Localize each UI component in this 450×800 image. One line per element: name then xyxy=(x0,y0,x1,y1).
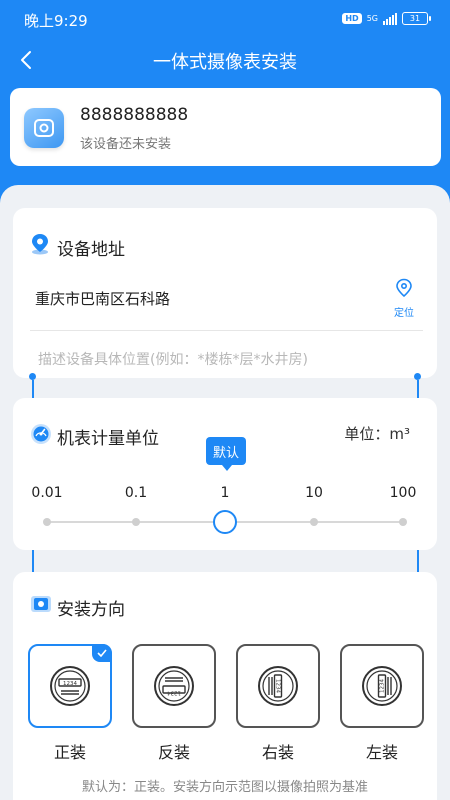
device-card: 8888888888 该设备还未安装 xyxy=(10,88,441,166)
meter-inverted-icon: 1234 xyxy=(154,666,194,706)
battery-level: 31 xyxy=(409,14,421,23)
direction-hint: 默认为：正装。安装方向示范图以摄像拍照为基准 xyxy=(81,780,368,795)
svg-text:1234: 1234 xyxy=(380,679,386,693)
divider xyxy=(30,330,423,331)
unit-tick-dot[interactable] xyxy=(310,518,318,526)
locate-button[interactable]: 定位 xyxy=(388,278,420,319)
locate-label: 定位 xyxy=(394,308,414,319)
unit-tick-label[interactable]: 0.1 xyxy=(125,485,147,501)
unit-tick-label[interactable]: 100 xyxy=(390,485,417,501)
meter-right-icon: 1234 xyxy=(258,666,298,706)
unit-slider-thumb[interactable] xyxy=(213,510,237,534)
page-title: 一体式摄像表安装 xyxy=(153,52,297,73)
status-time: 晚上9:29 xyxy=(24,12,88,30)
direction-option-left[interactable]: 1234 xyxy=(340,644,424,728)
hd-icon: HD xyxy=(342,13,362,24)
direction-option-upright[interactable]: 1234 xyxy=(28,644,112,728)
network-type: 5G xyxy=(366,13,378,23)
default-tooltip: 默认 xyxy=(206,437,246,471)
gauge-icon xyxy=(31,424,51,444)
svg-text:1234: 1234 xyxy=(167,690,181,696)
battery-icon: 31 xyxy=(402,12,431,25)
svg-text:1234: 1234 xyxy=(63,681,77,687)
nav-bar: 一体式摄像表安装 xyxy=(0,38,450,84)
status-icons: HD 5G 31 xyxy=(342,12,431,25)
unit-tick-dot[interactable] xyxy=(43,518,51,526)
unit-tick-label[interactable]: 10 xyxy=(305,485,323,501)
direction-label-left: 左装 xyxy=(365,743,399,762)
meter-upright-icon: 1234 xyxy=(50,666,90,706)
unit-tick-dot[interactable] xyxy=(132,518,140,526)
svg-text:1234: 1234 xyxy=(275,679,281,693)
unit-section-title: 机表计量单位 xyxy=(57,429,159,449)
map-pin-icon xyxy=(396,278,412,298)
meter-left-icon: 1234 xyxy=(362,666,402,706)
status-bar: 晚上9:29 HD 5G 31 xyxy=(0,0,450,38)
camera-meter-icon xyxy=(24,108,64,148)
signal-icon xyxy=(383,12,397,25)
direction-label-upright: 正装 xyxy=(53,743,87,762)
unit-tick-label[interactable]: 0.01 xyxy=(31,485,62,501)
camera-scan-icon xyxy=(31,596,51,612)
unit-label: 单位：m³ xyxy=(344,425,410,443)
location-detail-input[interactable]: 描述设备具体位置(例如：*楼栋*层*水井房) xyxy=(38,349,308,369)
location-pin-icon xyxy=(32,234,48,255)
device-status: 该设备还未安装 xyxy=(80,137,172,152)
address-section-title: 设备地址 xyxy=(57,240,125,260)
unit-tick-label[interactable]: 1 xyxy=(221,485,230,501)
direction-option-right[interactable]: 1234 xyxy=(236,644,320,728)
address-value[interactable]: 重庆市巴南区石科路 xyxy=(35,288,170,309)
direction-label-right: 右装 xyxy=(261,743,295,762)
unit-tick-dot[interactable] xyxy=(399,518,407,526)
direction-option-inverted[interactable]: 1234 xyxy=(132,644,216,728)
check-icon xyxy=(92,644,112,662)
direction-label-inverted: 反装 xyxy=(157,743,191,762)
device-id: 8888888888 xyxy=(80,105,189,125)
direction-section-title: 安装方向 xyxy=(57,600,125,620)
